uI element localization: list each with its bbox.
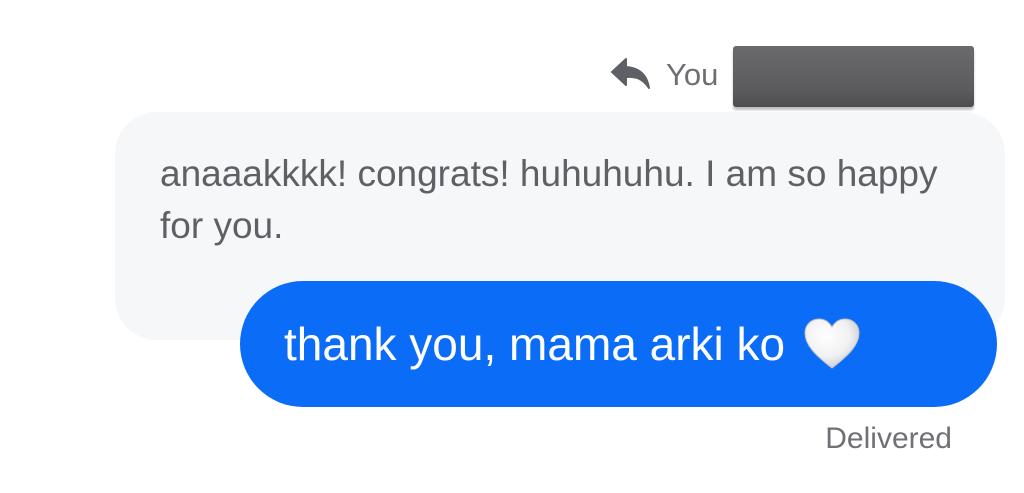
reply-arrow-icon bbox=[610, 57, 652, 91]
reply-header: You bbox=[610, 52, 718, 96]
sent-message-bubble[interactable]: thank you, mama arki ko bbox=[240, 281, 997, 407]
redacted-name-block bbox=[733, 46, 974, 107]
quoted-message-text: anaaakkkk! congrats! huhuhuhu. I am so h… bbox=[160, 153, 938, 246]
white-heart-icon bbox=[803, 318, 861, 370]
reply-recipient-label: You bbox=[666, 56, 719, 92]
sent-message-text: thank you, mama arki ko bbox=[284, 318, 786, 370]
delivery-status: Delivered bbox=[825, 422, 952, 455]
